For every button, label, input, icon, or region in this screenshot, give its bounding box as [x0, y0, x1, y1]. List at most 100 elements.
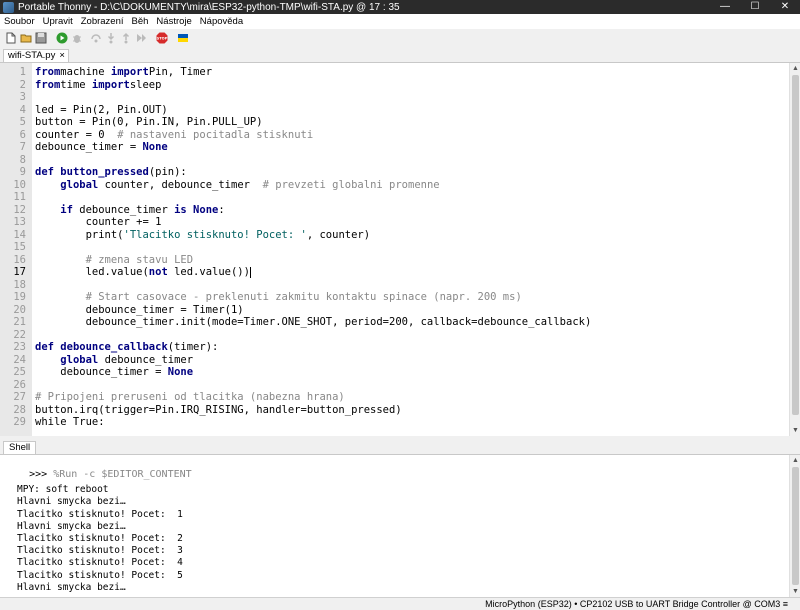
code-token: (timer): — [167, 341, 219, 353]
line-number: 7 — [19, 141, 26, 153]
code-line[interactable]: while True: — [35, 416, 105, 429]
menu-view[interactable]: Zobrazení — [77, 14, 128, 29]
code-line[interactable]: counter = 0 # nastaveni pocitadla stiskn… — [35, 129, 313, 142]
code-line[interactable]: # zmena stavu LED — [35, 254, 193, 267]
minimize-button[interactable]: — — [710, 0, 740, 14]
code-token: print( — [35, 228, 124, 241]
line-number: 3 — [19, 91, 26, 103]
code-token: , counter) — [306, 228, 371, 241]
shell-output-line: Tlacitko stisknuto! Pocet: 1 — [17, 508, 183, 520]
ukraine-flag-icon — [177, 32, 189, 44]
code-line[interactable]: debounce_timer = Timer(1) — [35, 304, 244, 317]
code-line[interactable]: button = Pin(0, Pin.IN, Pin.PULL_UP) — [35, 116, 263, 129]
code-token: if — [60, 203, 80, 216]
code-token: sleep — [129, 78, 162, 91]
code-token: (pin): — [148, 166, 187, 178]
code-token: debounce_timer.init(mode=Timer.ONE_SHOT,… — [35, 316, 592, 328]
close-window-button[interactable]: ✕ — [770, 0, 800, 14]
code-line[interactable]: debounce_timer = None — [35, 141, 168, 154]
code-token: import — [91, 78, 130, 91]
scroll-down-icon[interactable]: ▼ — [790, 425, 800, 436]
code-token: global — [60, 178, 105, 191]
code-line[interactable]: button.irq(trigger=Pin.IRQ_RISING, handl… — [35, 404, 402, 417]
line-number: 26 — [13, 378, 26, 391]
tab-shell[interactable]: Shell — [3, 441, 37, 455]
line-number: 20 — [13, 303, 26, 316]
code-line[interactable]: led = Pin(2, Pin.OUT) — [35, 104, 168, 117]
code-line[interactable]: def debounce_callback(timer): — [35, 341, 218, 354]
menu-tools[interactable]: Nástroje — [152, 14, 195, 29]
code-token: counter += 1 — [35, 216, 162, 228]
code-token: machine — [60, 66, 111, 78]
code-token: debounce_timer = — [35, 366, 168, 378]
code-line[interactable]: # Start casovace - preklenuti zakmitu ko… — [35, 291, 522, 304]
code-token: debounce_callback — [60, 341, 168, 353]
step-over-icon[interactable] — [90, 32, 102, 44]
code-token: import — [110, 66, 149, 78]
code-line[interactable]: print('Tlacitko stisknuto! Pocet: ', cou… — [35, 228, 371, 242]
code-line[interactable]: debounce_timer.init(mode=Timer.ONE_SHOT,… — [35, 316, 592, 329]
toolbar: STOP — [0, 29, 800, 47]
tab-wifi-sta[interactable]: wifi-STA.py × — [3, 49, 69, 63]
code-line[interactable]: if debounce_timer is None: — [35, 203, 224, 217]
code-token: button = Pin(0, Pin.IN, Pin.PULL_UP) — [35, 116, 263, 128]
shell-tab-row: Shell — [0, 440, 800, 455]
line-number: 17 — [13, 266, 26, 278]
code-token: button_pressed — [60, 166, 149, 178]
code-token: Pin, Timer — [148, 66, 213, 78]
run-icon[interactable] — [56, 32, 68, 44]
code-line[interactable]: debounce_timer = None — [35, 366, 193, 379]
shell-output-line: MPY: soft reboot — [17, 484, 109, 496]
step-into-icon[interactable] — [105, 32, 117, 44]
code-line[interactable]: fromtime importsleep — [35, 79, 161, 92]
line-number: 13 — [13, 216, 26, 228]
shell-vertical-scrollbar[interactable]: ▲ ▼ — [789, 455, 800, 597]
code-token: led.value()) — [174, 266, 250, 278]
new-file-icon[interactable] — [5, 32, 17, 44]
code-token: time — [60, 78, 92, 91]
code-line[interactable]: def button_pressed(pin): — [35, 166, 187, 179]
scroll-up-icon[interactable]: ▲ — [790, 63, 800, 74]
menu-help[interactable]: Nápověda — [196, 14, 247, 29]
code-line[interactable]: counter += 1 — [35, 216, 162, 229]
step-out-icon[interactable] — [120, 32, 132, 44]
status-bar[interactable]: MicroPython (ESP32) • CP2102 USB to UART… — [0, 597, 800, 610]
code-token: # prevzeti globalni promenne — [262, 178, 440, 191]
shell-output-line: Tlacitko stisknuto! Pocet: 3 — [17, 545, 183, 557]
menu-run[interactable]: Běh — [128, 14, 153, 29]
editor-vertical-scrollbar[interactable]: ▲ ▼ — [789, 63, 800, 436]
line-number: 1 — [19, 66, 26, 78]
open-file-icon[interactable] — [20, 32, 32, 44]
code-line[interactable]: frommachine importPin, Timer — [35, 66, 212, 79]
code-token: while True: — [35, 416, 105, 428]
code-token: 'Tlacitko stisknuto! Pocet: ' — [123, 228, 307, 241]
shell-panel[interactable]: >>> %Run -c $EDITOR_CONTENT MPY: soft re… — [0, 454, 800, 597]
code-editor[interactable]: 1 2 3 4 5 6 7 8 9 10 11 12 13 14 15 16 17 18 19 20 21 22 23 24 2… — [0, 62, 800, 436]
line-number: 19 — [13, 291, 26, 303]
scrollbar-thumb[interactable] — [792, 75, 799, 415]
scroll-up-icon[interactable]: ▲ — [790, 455, 800, 466]
line-number: 15 — [13, 241, 26, 253]
save-icon[interactable] — [35, 32, 47, 44]
window-title: Portable Thonny - D:\C\DOKUMENTY\mira\ES… — [18, 1, 400, 13]
menu-file[interactable]: Soubor — [0, 14, 39, 29]
code-token: debounce_timer — [79, 203, 175, 216]
code-line[interactable]: global debounce_timer — [35, 354, 193, 367]
line-number: 28 — [13, 403, 26, 416]
maximize-button[interactable]: ☐ — [740, 0, 770, 14]
scroll-down-icon[interactable]: ▼ — [790, 586, 800, 597]
stop-icon[interactable]: STOP — [156, 32, 168, 44]
code-line[interactable]: global counter, debounce_timer # prevzet… — [35, 178, 440, 192]
scrollbar-thumb[interactable] — [792, 467, 799, 585]
menu-edit[interactable]: Upravit — [39, 14, 77, 29]
resume-icon[interactable] — [135, 32, 147, 44]
debug-icon[interactable] — [71, 32, 83, 44]
line-number: 29 — [13, 416, 26, 428]
code-line[interactable]: led.value(not led.value()) — [35, 266, 251, 279]
code-line[interactable]: # Pripojeni preruseni od tlacitka (nabez… — [35, 391, 345, 404]
text-cursor — [249, 266, 251, 278]
